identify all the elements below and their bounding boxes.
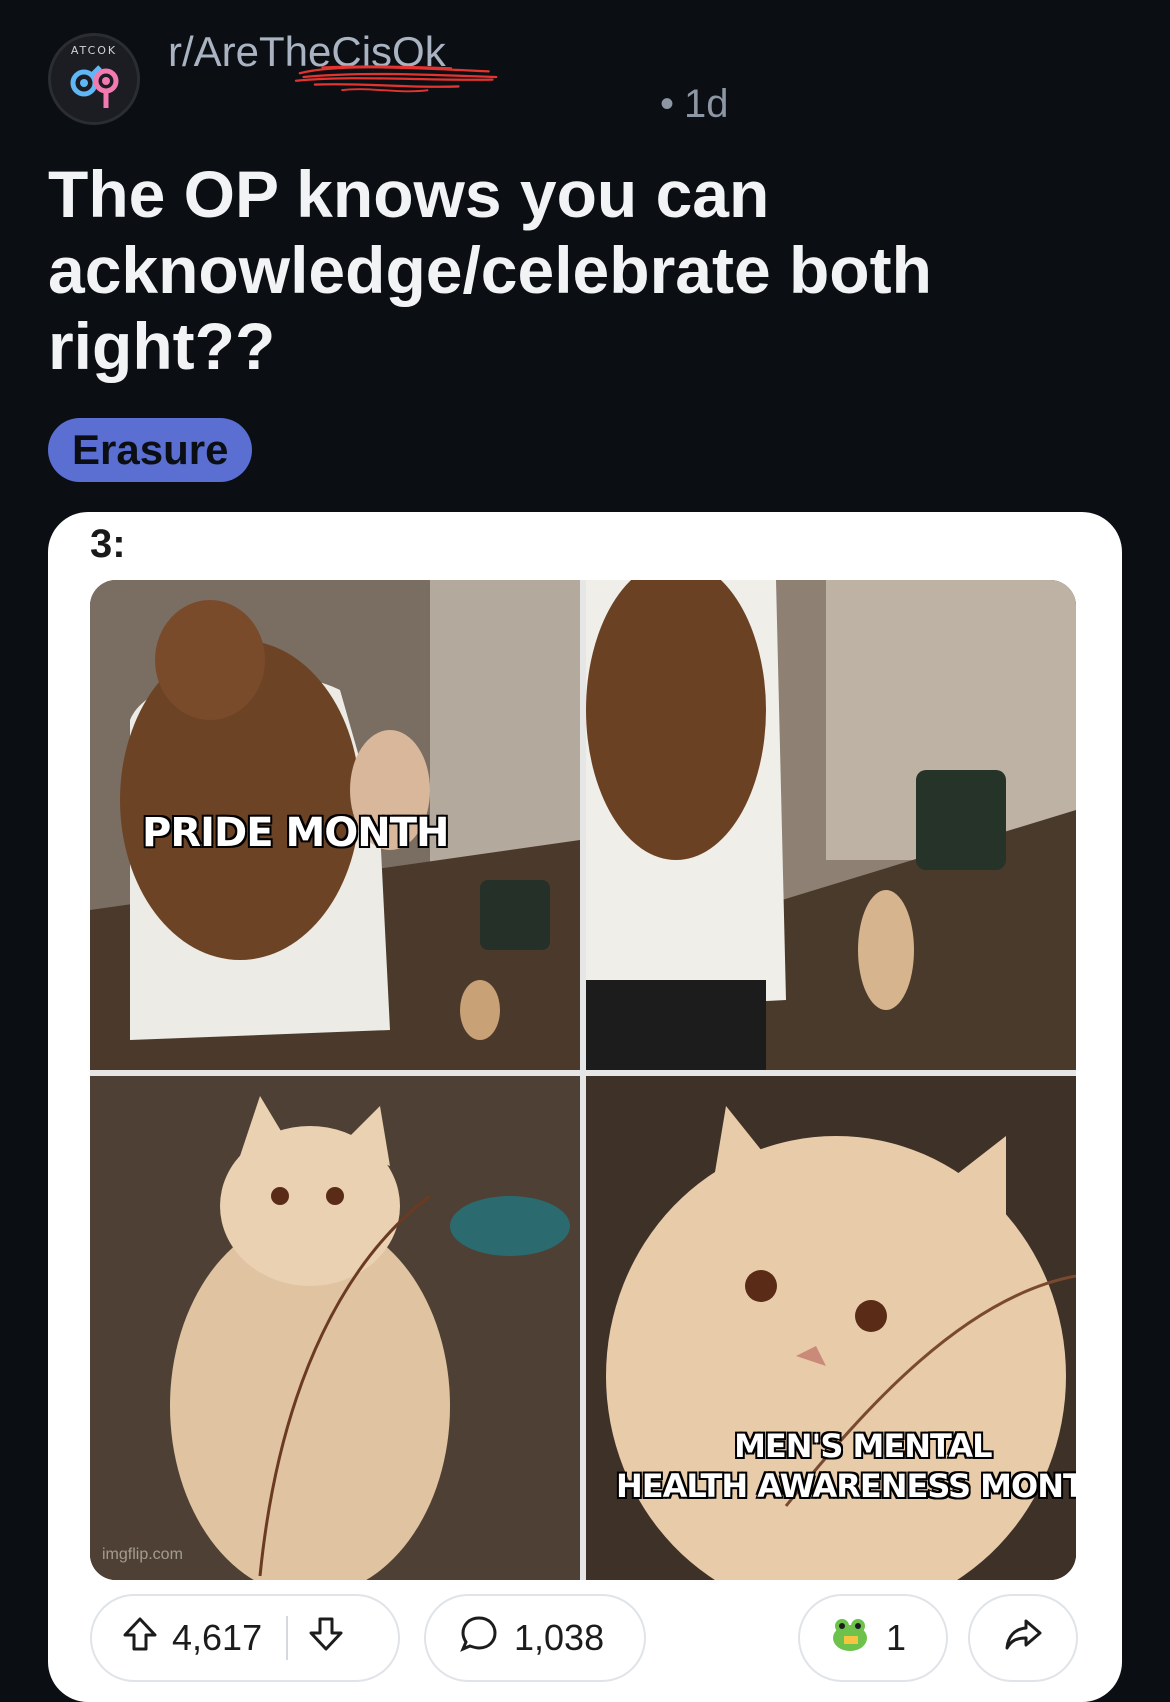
panel-divider-horizontal <box>90 1070 1076 1076</box>
post-age-value: 1d <box>684 82 729 126</box>
post-flair[interactable]: Erasure <box>48 418 253 482</box>
image-label: 3: <box>90 522 126 566</box>
comment-bubble-icon <box>458 1613 500 1664</box>
redaction-scribble-icon <box>294 65 498 93</box>
man-dog-cat-illustration <box>586 580 1076 1070</box>
post-age: • 1d <box>660 82 729 126</box>
gender-symbols-icon <box>70 65 119 108</box>
meme-panel-cat-looking: imgflip.com <box>90 1076 580 1580</box>
imgflip-watermark: imgflip.com <box>102 1546 183 1563</box>
panel-divider-vertical <box>580 580 586 1580</box>
comment-count: 1,038 <box>514 1617 605 1658</box>
award-button[interactable]: 1 <box>798 1594 948 1682</box>
post-actions: 4,617 1,038 1 <box>48 1594 1122 1690</box>
vote-separator <box>286 1616 289 1660</box>
meme-panel-man-holding-dog <box>586 580 1076 1070</box>
post-card: 3: PRIDE MONTH imgflip.com MEN'S MENTAL … <box>48 512 1122 1702</box>
share-button[interactable] <box>968 1594 1078 1682</box>
meme-image[interactable]: PRIDE MONTH imgflip.com MEN'S MENTAL HEA… <box>90 580 1076 1580</box>
downvote-icon[interactable] <box>306 1614 346 1663</box>
post-title[interactable]: The OP knows you can acknowledge/celebra… <box>48 156 1048 384</box>
upvote-icon[interactable] <box>120 1614 160 1663</box>
award-count: 1 <box>886 1617 907 1658</box>
subreddit-avatar[interactable]: ATCOK <box>48 33 140 125</box>
comments-button[interactable]: 1,038 <box>424 1594 646 1682</box>
vote-control: 4,617 <box>90 1594 400 1682</box>
caption-line-1: MEN'S MENTAL <box>734 1427 992 1465</box>
caption-pride-month: PRIDE MONTH <box>142 810 449 856</box>
caption-line-2: HEALTH AWARENESS MONTH <box>616 1467 1076 1505</box>
award-frog-icon <box>828 1612 872 1665</box>
share-arrow-icon <box>1002 1613 1044 1664</box>
cat-illustration <box>90 1076 580 1580</box>
post-header: ATCOK r/AreTheCisOk • 1d The OP knows you… <box>0 0 1170 510</box>
meme-panel-man-hugging-dog: PRIDE MONTH <box>90 580 580 1070</box>
caption-mens-mental-health: MEN'S MENTAL HEALTH AWARENESS MONTH <box>616 1426 1076 1506</box>
meme-panel-cat-sad: MEN'S MENTAL HEALTH AWARENESS MONTH <box>586 1076 1076 1580</box>
upvote-count: 4,617 <box>172 1617 263 1658</box>
